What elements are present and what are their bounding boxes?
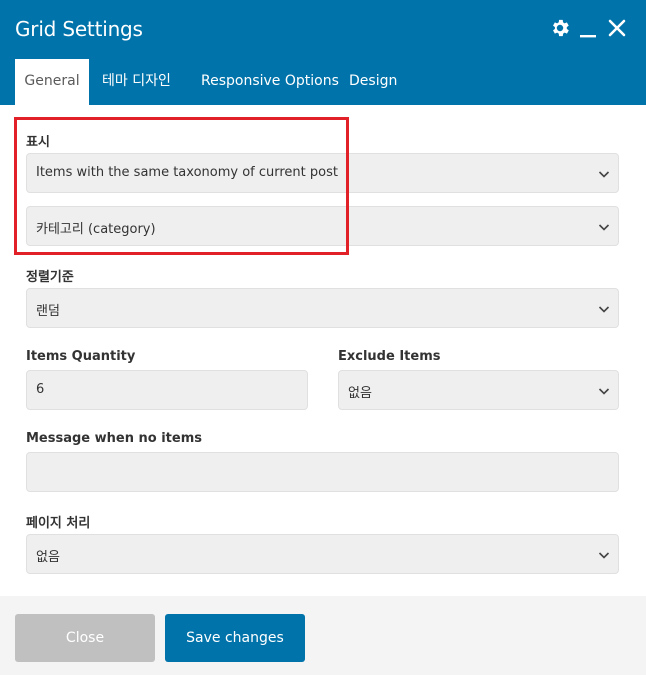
exclude-items-select[interactable]: 없음 [338, 370, 619, 410]
chevron-down-icon [598, 306, 610, 313]
sort-select[interactable]: 랜덤 [26, 288, 619, 328]
pagination-label: 페이지 처리 [26, 516, 91, 531]
chevron-down-icon [598, 171, 610, 178]
sort-select-value: 랜덤 [36, 304, 60, 319]
save-changes-button[interactable]: Save changes [165, 614, 305, 662]
dialog-header: Grid Settings General 테마 디자인 Responsive … [0, 0, 646, 105]
chevron-down-icon [598, 224, 610, 231]
sort-label: 정렬기준 [26, 270, 74, 285]
pagination-select-value: 없음 [36, 550, 60, 565]
exclude-items-value: 없음 [348, 386, 372, 401]
dialog-footer: Close Save changes [0, 596, 646, 675]
pagination-select[interactable]: 없음 [26, 534, 619, 574]
dialog-title: Grid Settings [15, 17, 143, 41]
minimize-icon[interactable] [580, 22, 596, 38]
tab-general[interactable]: General [15, 59, 89, 105]
close-button[interactable]: Close [15, 614, 155, 662]
taxonomy-select[interactable]: 카테고리 (category) [26, 206, 619, 246]
chevron-down-icon [598, 552, 610, 559]
items-quantity-input[interactable]: 6 [26, 370, 308, 410]
display-select-value: Items with the same taxonomy of current … [36, 165, 338, 180]
tab-responsive-options[interactable]: Responsive Options [201, 57, 339, 105]
close-icon[interactable] [608, 17, 626, 39]
taxonomy-select-value: 카테고리 (category) [36, 222, 156, 237]
tab-theme-design[interactable]: 테마 디자인 [102, 57, 171, 105]
chevron-down-icon [598, 388, 610, 395]
tab-bar: General 테마 디자인 Responsive Options Design [0, 57, 646, 105]
exclude-items-label: Exclude Items [338, 349, 441, 364]
message-no-items-input[interactable] [26, 452, 619, 492]
gear-icon[interactable] [549, 17, 571, 39]
message-no-items-label: Message when no items [26, 431, 202, 446]
display-label: 표시 [26, 135, 50, 150]
display-select[interactable]: Items with the same taxonomy of current … [26, 153, 619, 193]
items-quantity-label: Items Quantity [26, 349, 136, 364]
tab-design[interactable]: Design [349, 57, 397, 105]
items-quantity-value: 6 [36, 382, 45, 397]
